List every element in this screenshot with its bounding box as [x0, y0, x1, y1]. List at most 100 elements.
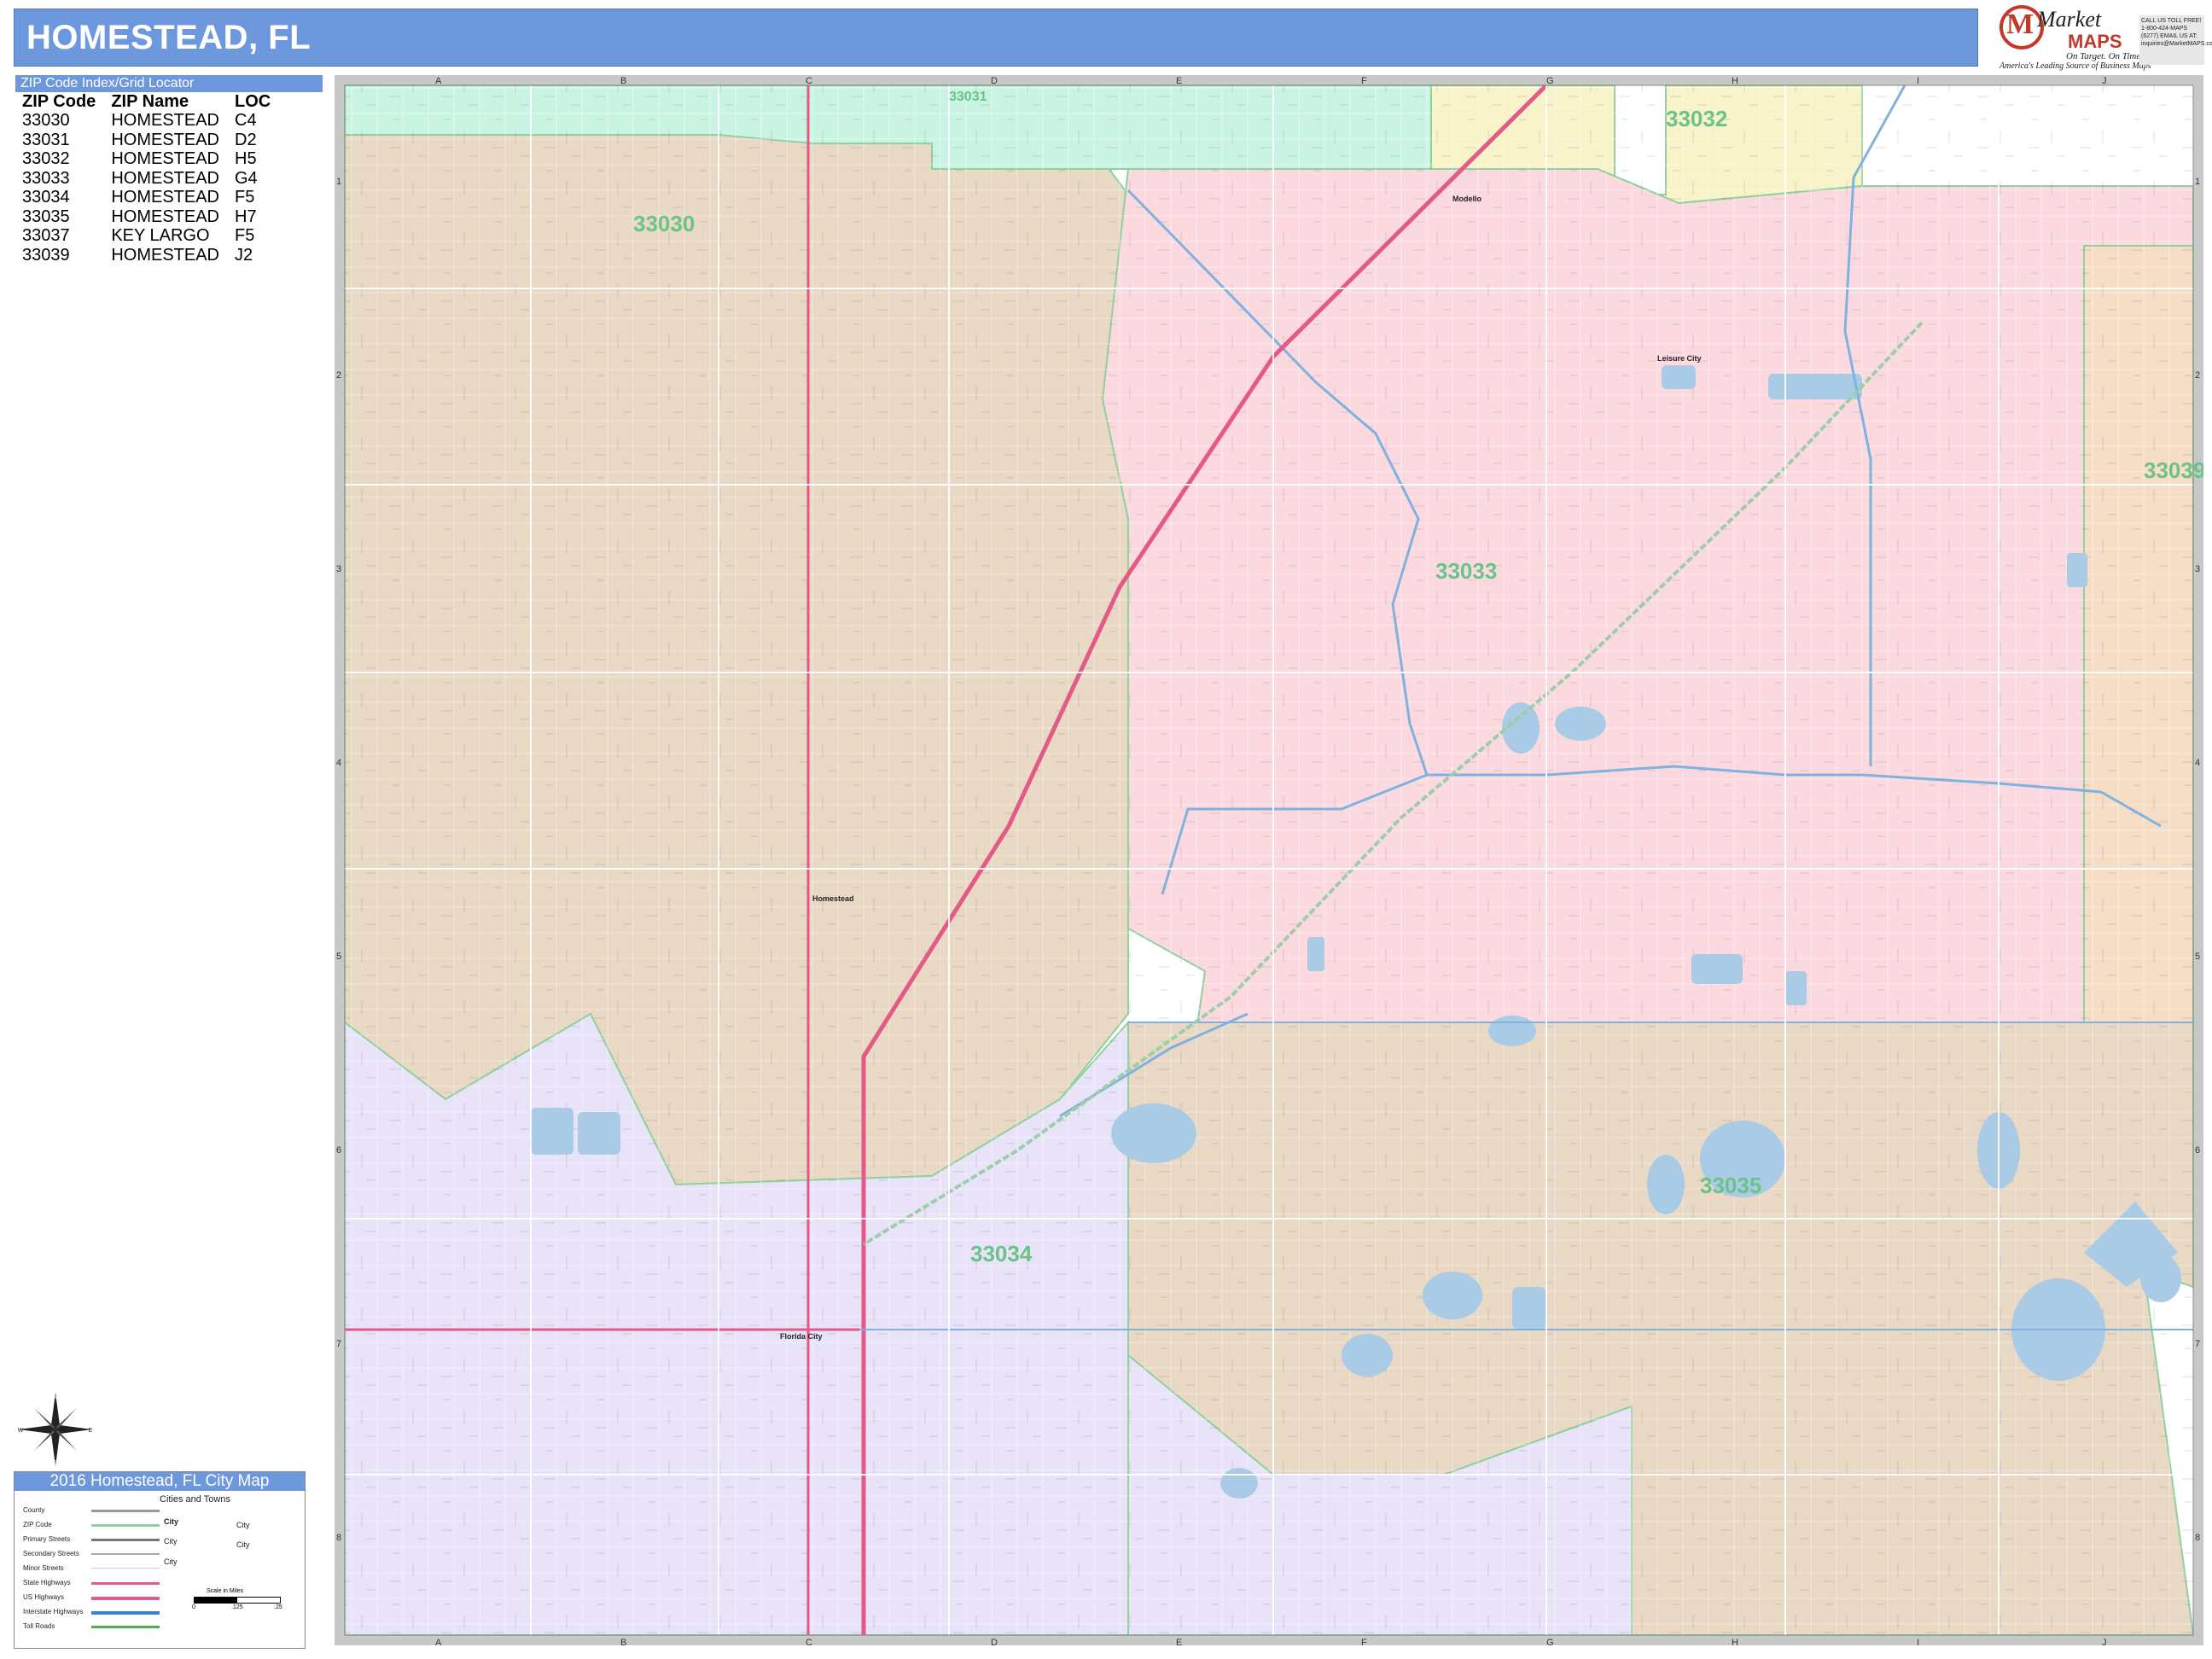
grid-col-B-bottom: B [620, 1638, 626, 1645]
map-title: HOMESTEAD, FL [26, 19, 311, 56]
grid-row-1-right: 1 [2195, 177, 2200, 187]
grid-col-C-bottom: C [806, 1638, 812, 1645]
title-bar: HOMESTEAD, FL [14, 9, 1978, 67]
grid-col-G: G [1546, 76, 1554, 86]
grid-row-3-right: 3 [2195, 564, 2200, 574]
grid-col-J-bottom: J [2102, 1638, 2107, 1645]
legend-item-county: County [23, 1506, 45, 1514]
grid-row-6: 6 [336, 1145, 341, 1155]
zip-index-panel: ZIP Code Index/Grid Locator ZIP Code ZIP… [15, 75, 323, 265]
grid-row-6-right: 6 [2195, 1145, 2200, 1155]
zip-code: 33033 [22, 168, 70, 188]
table-row: 33030 HOMESTEAD C4 [22, 111, 286, 131]
legend-city-4: City [236, 1521, 250, 1529]
market-maps-logo: M Market MAPS On Target. On Time. Americ… [1993, 5, 2212, 71]
zip-label-33033: 33033 [1435, 558, 1497, 584]
legend-swatch-primary [91, 1539, 160, 1541]
map-canvas[interactable]: 33030 33031 33032 33033 33034 33035 3303… [335, 75, 2203, 1645]
logo-market-text: Market [2037, 7, 2102, 32]
legend-city-2: City [164, 1537, 178, 1545]
zip-loc: J2 [235, 245, 253, 265]
legend-item-interstate: Interstate Highways [23, 1608, 84, 1615]
place-leisure-city: Leisure City [1657, 354, 1702, 363]
scale-tick-0: 0 [192, 1604, 195, 1610]
grid-row-1: 1 [336, 177, 341, 187]
grid-row-4: 4 [336, 758, 341, 768]
legend-swatch-toll [91, 1626, 160, 1628]
zip-name: HOMESTEAD [111, 149, 219, 168]
legend-scale-label: Scale in Miles [207, 1588, 244, 1594]
legend-item-secondary: Secondary Streets [23, 1550, 79, 1557]
grid-row-8-right: 8 [2195, 1533, 2200, 1543]
grid-col-H-bottom: H [1732, 1638, 1738, 1645]
grid-col-B: B [620, 76, 626, 86]
legend-swatch-us-hwy [91, 1597, 160, 1600]
logo-subtagline: America's Leading Source of Business Map… [2000, 61, 2151, 71]
grid-row-7: 7 [336, 1339, 341, 1349]
place-homestead: Homestead [812, 894, 854, 903]
legend-swatch-state-hwy [91, 1582, 160, 1585]
zip-col-name: ZIP Name [111, 92, 189, 111]
grid-col-I-bottom: I [1917, 1638, 1919, 1645]
grid-row-2: 2 [336, 370, 341, 381]
compass-e: E [89, 1428, 93, 1434]
compass-n: N [53, 1395, 57, 1401]
zip-label-33031: 33031 [949, 90, 987, 104]
grid-row-3: 3 [336, 564, 341, 574]
zip-col-loc: LOC [235, 92, 271, 111]
zip-name: KEY LARGO [111, 226, 210, 245]
zip-name: HOMESTEAD [111, 188, 219, 207]
place-florida-city: Florida City [780, 1332, 823, 1341]
zip-label-33035: 33035 [1700, 1173, 1761, 1198]
zip-loc: F5 [235, 226, 255, 245]
map-legend: 2016 Homestead, FL City Map County ZIP C… [14, 1471, 306, 1649]
zip-label-33030: 33030 [633, 211, 695, 236]
table-row: 33035 HOMESTEAD H7 [22, 207, 286, 227]
legend-item-us-hwy: US Highways [23, 1593, 65, 1601]
logo-contact: CALL US TOLL FREE! 1-800-424-MAPS (6277)… [2139, 15, 2212, 65]
grid-col-A: A [435, 76, 442, 86]
zip-name: HOMESTEAD [111, 168, 219, 188]
legend-cities-heading: Cities and Towns [160, 1494, 230, 1505]
table-row: 33032 HOMESTEAD H5 [22, 149, 286, 169]
zip-label-33032: 33032 [1666, 106, 1727, 131]
table-row: 33034 HOMESTEAD F5 [22, 188, 286, 207]
zip-code: 33031 [22, 130, 70, 149]
zip-label-33034: 33034 [970, 1241, 1033, 1266]
compass-s: S [54, 1460, 58, 1466]
table-row: 33037 KEY LARGO F5 [22, 226, 286, 246]
table-row: 33031 HOMESTEAD D2 [22, 131, 286, 150]
legend-city-3: City [164, 1557, 178, 1566]
legend-city-5: City [236, 1540, 250, 1549]
grid-col-A-bottom: A [435, 1638, 442, 1645]
zip-code: 33035 [22, 207, 70, 226]
zip-index-table: ZIP Code ZIP Name LOC 33030 HOMESTEAD C4 3… [22, 92, 286, 265]
grid-row-4-right: 4 [2195, 758, 2200, 768]
grid-col-D: D [991, 76, 998, 86]
legend-item-minor: Minor Streets [23, 1564, 64, 1572]
zip-loc: H5 [235, 149, 257, 168]
logo-m-icon: M [2006, 9, 2034, 40]
legend-item-toll: Toll Roads [23, 1622, 55, 1630]
zip-name: HOMESTEAD [111, 245, 219, 265]
logo-maps-text: MAPS [2068, 31, 2122, 52]
zip-loc: D2 [235, 130, 257, 149]
compass-w: W [18, 1428, 24, 1434]
map-frame[interactable]: 33030 33031 33032 33033 33034 33035 3303… [335, 75, 2203, 1645]
zip-code: 33034 [22, 188, 70, 207]
scale-tick-2: .25 [274, 1604, 282, 1610]
zip-name: HOMESTEAD [111, 111, 219, 130]
grid-col-F-bottom: F [1361, 1638, 1367, 1645]
grid-row-5-right: 5 [2195, 952, 2200, 962]
table-row: 33039 HOMESTEAD J2 [22, 246, 286, 265]
zip-name: HOMESTEAD [111, 130, 219, 149]
compass-rose-icon: N E W S [18, 1393, 93, 1466]
zip-col-code: ZIP Code [22, 92, 96, 111]
zip-name: HOMESTEAD [111, 207, 219, 226]
place-modello: Modello [1452, 195, 1481, 203]
scale-tick-1: .125 [231, 1604, 243, 1610]
grid-row-5: 5 [336, 952, 341, 962]
grid-col-E: E [1176, 76, 1182, 86]
grid-col-I: I [1917, 76, 1919, 86]
grid-col-D-bottom: D [991, 1638, 998, 1645]
